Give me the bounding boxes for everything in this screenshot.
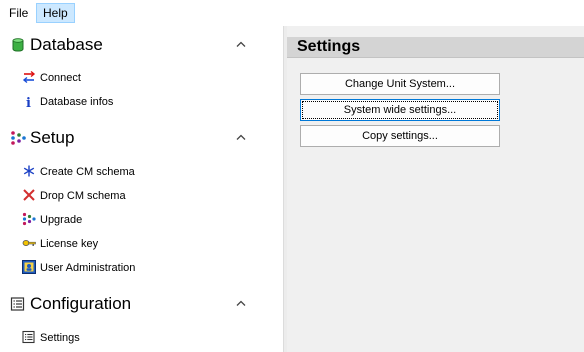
- menu-file[interactable]: File: [3, 3, 34, 23]
- sidebar-item-label: License key: [40, 238, 99, 250]
- menu-help[interactable]: Help: [36, 3, 75, 23]
- red-x-icon: [23, 189, 35, 201]
- snowflake-icon: [23, 165, 35, 177]
- sidebar: Database Connect i Database infos Setup: [0, 26, 283, 352]
- info-icon: i: [26, 96, 31, 108]
- sidebar-item-license-key[interactable]: License key: [20, 234, 270, 254]
- page-title: Settings: [297, 38, 361, 55]
- section-header-database[interactable]: Database: [0, 31, 283, 59]
- sidebar-item-label: Drop CM schema: [40, 190, 126, 202]
- sidebar-item-upgrade[interactable]: Upgrade: [20, 210, 270, 230]
- panel-header: Settings: [287, 37, 584, 58]
- sidebar-item-drop-cm-schema[interactable]: Drop CM schema: [20, 186, 270, 206]
- sidebar-item-connect[interactable]: Connect: [20, 68, 270, 88]
- section-title-configuration: Configuration: [30, 294, 132, 313]
- sidebar-item-label: Database infos: [40, 96, 114, 108]
- connect-arrows-icon: [22, 70, 36, 84]
- sidebar-item-label: Create CM schema: [40, 166, 135, 178]
- key-icon: [22, 240, 36, 246]
- menu-bar: File Help: [0, 0, 584, 26]
- sidebar-item-label: Settings: [40, 332, 80, 344]
- sidebar-item-label: Upgrade: [40, 214, 83, 226]
- chevron-up-icon[interactable]: [236, 300, 246, 306]
- copy-settings-button[interactable]: Copy settings...: [300, 125, 500, 147]
- sidebar-item-label: Connect: [40, 72, 81, 84]
- svg-text:i: i: [26, 96, 31, 108]
- sidebar-item-user-administration[interactable]: User Administration: [20, 258, 270, 278]
- configuration-list-icon: [10, 297, 25, 311]
- section-header-setup[interactable]: Setup: [0, 124, 283, 152]
- database-icon: [12, 38, 24, 52]
- main-panel: Settings Change Unit System... System wi…: [287, 26, 584, 352]
- sidebar-item-label: User Administration: [40, 262, 136, 274]
- sidebar-item-database-infos[interactable]: i Database infos: [20, 92, 270, 112]
- chevron-up-icon[interactable]: [236, 134, 246, 140]
- upgrade-dots-icon: [22, 212, 36, 226]
- section-title-database: Database: [30, 35, 103, 54]
- section-header-configuration[interactable]: Configuration: [0, 290, 283, 318]
- change-unit-system-button[interactable]: Change Unit System...: [300, 73, 500, 95]
- chevron-up-icon[interactable]: [236, 41, 246, 47]
- setup-dots-icon: [11, 131, 26, 145]
- system-wide-settings-button[interactable]: System wide settings...: [300, 99, 500, 121]
- section-title-setup: Setup: [30, 128, 75, 147]
- sidebar-item-create-cm-schema[interactable]: Create CM schema: [20, 162, 270, 182]
- user-admin-icon: [22, 260, 36, 274]
- sidebar-item-settings[interactable]: Settings: [20, 328, 270, 348]
- settings-list-icon: [22, 330, 35, 344]
